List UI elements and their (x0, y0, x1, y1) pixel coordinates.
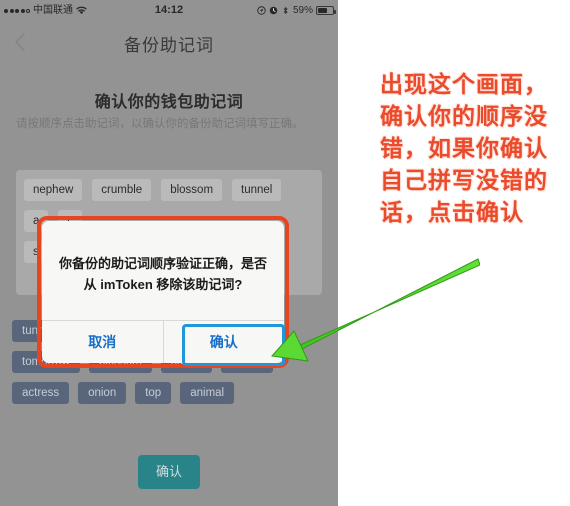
arrow-pointer-icon (271, 258, 480, 362)
phone-screenshot: 中国联通 14:12 59% 备份助记词 确认你的钱包助记词 请按顺序点击助记词… (0, 0, 338, 506)
annotation-text: 出现这个画面，确认你的顺序没错，如果你确认自己拼写没错的话，点击确认 (380, 71, 548, 225)
